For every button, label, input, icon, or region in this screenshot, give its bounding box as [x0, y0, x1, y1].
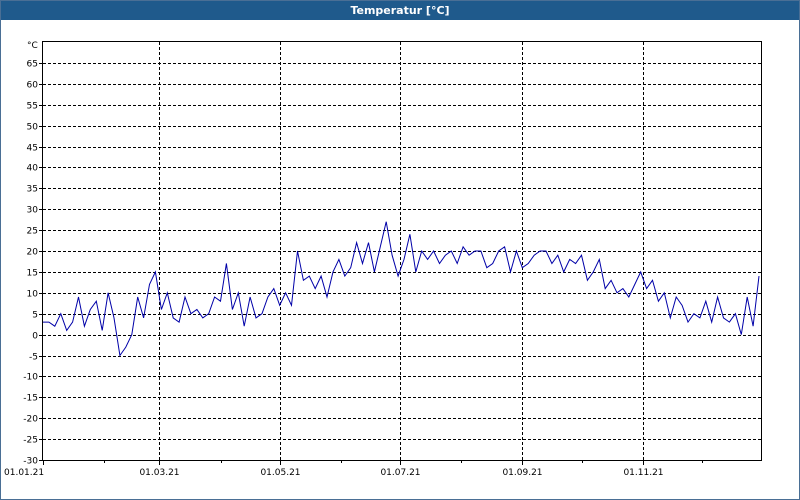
- y-tick-label: -30: [23, 457, 38, 467]
- y-tick-label: 60: [27, 81, 39, 91]
- y-tick-label: -10: [23, 373, 38, 383]
- x-tick-label: 01.07.21: [380, 468, 420, 478]
- x-tick-label: 01.09.21: [502, 468, 542, 478]
- temperature-chart: °C -30 -25 -20 -15 -10 -5 0 5 10 15 20 25 30 35 40 45 50…: [4, 41, 762, 478]
- y-axis-unit-label: °C: [27, 41, 38, 51]
- y-tick-label: 45: [27, 144, 38, 154]
- y-tick-label: 25: [27, 227, 38, 237]
- x-axis: 01.01.21 01.03.21 01.05.21 01.07.21 01.09.21…: [4, 460, 703, 478]
- y-tick-label: 50: [27, 123, 39, 133]
- window-title: Temperatur [°C]: [1, 1, 799, 20]
- x-tick-label: 01.03.21: [139, 468, 179, 478]
- y-tick-label: 55: [27, 102, 38, 112]
- y-tick-label: 10: [27, 290, 39, 300]
- x-tick-label: 01.11.21: [623, 468, 663, 478]
- y-tick-label: 20: [27, 248, 39, 258]
- y-tick-label: 5: [32, 311, 38, 321]
- y-axis: -30 -25 -20 -15 -10 -5 0 5 10 15 20 25 30 35 40 45 50 55 6…: [23, 60, 43, 467]
- x-tick-label: 01.05.21: [260, 468, 300, 478]
- chart-window: Temperatur [°C] °C -30 -25 -20 -15 -10 -5 0 5 10…: [0, 0, 800, 500]
- y-tick-label: -15: [23, 394, 38, 404]
- y-tick-label: -5: [29, 353, 38, 363]
- y-tick-label: 0: [32, 332, 38, 342]
- y-tick-label: 15: [27, 269, 38, 279]
- x-tick-label: 01.01.21: [4, 468, 44, 478]
- y-tick-label: 35: [27, 185, 38, 195]
- y-tick-label: 30: [27, 206, 39, 216]
- grid-layer: [43, 42, 761, 460]
- y-tick-label: 65: [27, 60, 38, 70]
- y-tick-label: -20: [23, 415, 38, 425]
- y-tick-label: 40: [27, 164, 39, 174]
- y-tick-label: -25: [23, 436, 38, 446]
